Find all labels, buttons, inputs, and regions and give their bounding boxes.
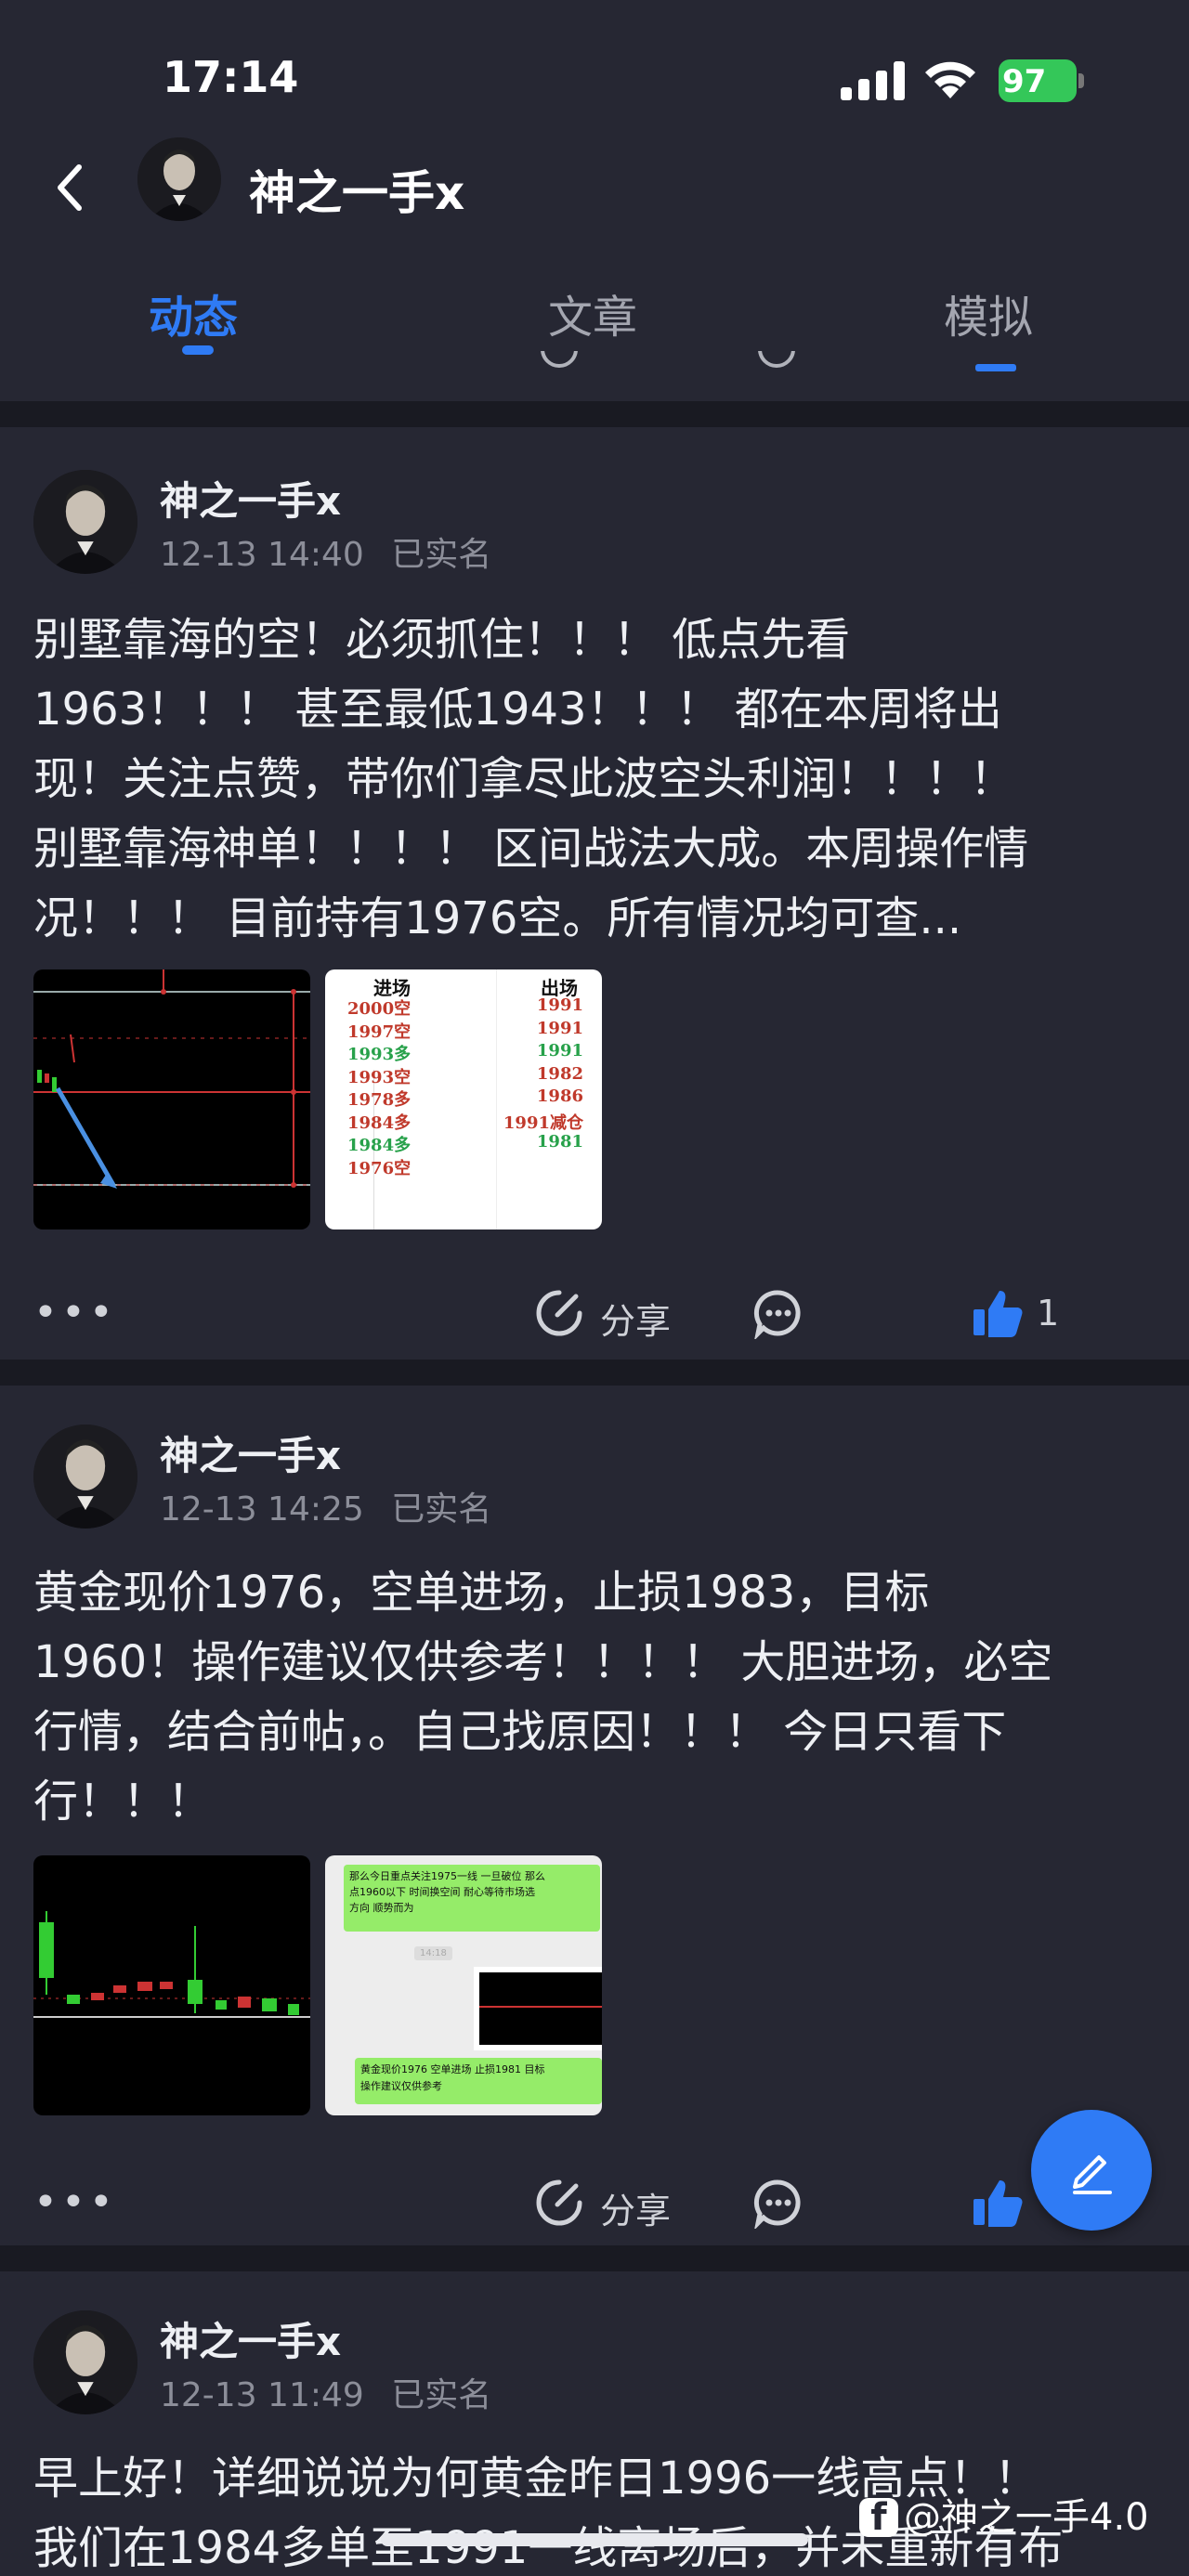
- like-count: 1: [1037, 1293, 1060, 1334]
- post-author[interactable]: 神之一手x: [160, 1425, 341, 1481]
- post-image-chart[interactable]: [33, 969, 310, 1229]
- post-author[interactable]: 神之一手x: [160, 2310, 341, 2367]
- trade-entry: 1976空: [347, 1158, 412, 1178]
- post-datetime: 12-13 14:25: [160, 1490, 364, 1529]
- post-datetime: 12-13 11:49: [160, 2376, 364, 2414]
- thumbs-up-icon[interactable]: [972, 1287, 1024, 1339]
- post-actions: ••• 分享 1: [0, 1276, 1189, 1350]
- chat-bubble: 那么今日重点关注1975一线 一旦破位 那么 点1960以下 时间换空间 耐心等…: [344, 1865, 600, 1932]
- post-meta: 12-13 11:49 已实名: [160, 2368, 491, 2416]
- previous-post-actions-peek: [0, 351, 1189, 375]
- status-bar: 17:14 97: [0, 0, 1189, 139]
- trade-entry: 2000空: [347, 999, 412, 1019]
- post-line: 行情，结合前帖，。自己找原因！！！ 今日只看下: [33, 1706, 1007, 1758]
- post-line: 1960！操作建议仅供参考！！！！ 大胆进场，必空: [33, 1636, 1053, 1688]
- separator: [0, 1360, 1189, 1386]
- tab-simulation[interactable]: 模拟: [944, 280, 1033, 345]
- more-options-icon[interactable]: •••: [33, 2179, 117, 2226]
- post-actions: ••• 分享: [0, 2166, 1189, 2240]
- post-avatar[interactable]: [33, 2310, 137, 2414]
- post-avatar[interactable]: [33, 1425, 137, 1529]
- tab-articles[interactable]: 文章: [548, 280, 637, 345]
- post-meta: 12-13 14:25 已实名: [160, 1482, 491, 1530]
- post-body[interactable]: 黄金现价1976，空单进场，止损1983，目标 1960！操作建议仅供参考！！！…: [33, 1558, 1157, 1837]
- home-indicator[interactable]: [381, 2533, 808, 2546]
- wifi-icon: [925, 61, 975, 98]
- battery-icon: 97: [999, 59, 1084, 102]
- share-label[interactable]: 分享: [600, 1293, 671, 1344]
- trade-exit: 1991: [536, 1041, 583, 1060]
- battery-level: 97: [1002, 63, 1047, 100]
- post-datetime: 12-13 14:40: [160, 536, 364, 574]
- post-line: 1963！！！ 甚至最低1943！！！ 都在本周将出: [33, 683, 1002, 735]
- chat-line: 方向 顺势而为: [349, 1902, 414, 1914]
- chat-image-message: [474, 1967, 602, 2050]
- more-options-icon[interactable]: •••: [33, 1289, 117, 1336]
- trade-entry: 1997空: [347, 1021, 412, 1042]
- trade-entry: 1984多: [347, 1112, 412, 1133]
- post-card[interactable]: 神之一手x 12-13 14:40 已实名 别墅靠海的空！必须抓住！！！ 低点先…: [0, 427, 1189, 1356]
- post-line: 别墅靠海神单！！！！ 区间战法大成。本周操作情: [33, 823, 1029, 875]
- thumbs-up-icon[interactable]: [972, 2177, 1024, 2229]
- watermark-badge: f: [859, 2498, 898, 2537]
- status-time: 17:14: [163, 52, 299, 102]
- pencil-icon: [1073, 2155, 1112, 2194]
- post-image-trade-table[interactable]: 进场 出场 2000空 1991 1997空 1991 1993多 1991 1993空 19…: [325, 969, 602, 1229]
- post-line: 黄金现价1976，空单进场，止损1983，目标: [33, 1567, 930, 1619]
- chat-line: 那么今日重点关注1975一线 一旦破位 那么: [349, 1870, 545, 1882]
- post-line: 况！！！ 目前持有1976空。所有情况均可查...: [33, 892, 962, 944]
- chat-time: 14:18: [414, 1946, 452, 1960]
- post-image-candle-chart[interactable]: [33, 1855, 310, 2115]
- post-line: 行！！！: [33, 1776, 213, 1828]
- trade-exit: 1991: [536, 995, 583, 1015]
- chat-bubble: 黄金现价1976 空单进场 止损1981 目标 操作建议仅供参考: [355, 2058, 602, 2104]
- compose-button[interactable]: [1031, 2110, 1152, 2231]
- post-image-chat-screenshot[interactable]: 那么今日重点关注1975一线 一旦破位 那么 点1960以下 时间换空间 耐心等…: [325, 1855, 602, 2115]
- post-line: 别墅靠海的空！必须抓住！！！ 低点先看: [33, 614, 851, 666]
- trade-exit: 1981: [536, 1132, 583, 1151]
- cellular-signal-icon: [841, 61, 905, 100]
- avatar[interactable]: [137, 137, 221, 221]
- chat-line: 点1960以下 时间换空间 耐心等待市场选: [349, 1886, 535, 1898]
- trade-entry: 1978多: [347, 1090, 412, 1110]
- post-avatar[interactable]: [33, 470, 137, 574]
- trade-exit: 1991减仓: [503, 1112, 583, 1133]
- header-user-name: 神之一手x: [249, 166, 465, 220]
- post-verified: 已实名: [391, 536, 492, 574]
- post-verified: 已实名: [391, 1490, 492, 1529]
- post-line: 现！关注点赞，带你们拿尽此波空头利润！！！！: [33, 753, 1015, 805]
- share-label[interactable]: 分享: [600, 2182, 671, 2233]
- watermark-text: @神之一手4.0: [904, 2496, 1149, 2539]
- trade-entry: 1984多: [347, 1136, 412, 1155]
- tab-dynamics[interactable]: 动态: [149, 280, 238, 345]
- watermark: f @神之一手4.0: [859, 2487, 1149, 2541]
- comment-icon[interactable]: [752, 1287, 804, 1339]
- separator: [0, 401, 1189, 427]
- post-card[interactable]: 神之一手x 12-13 14:25 已实名 黄金现价1976，空单进场，止损19…: [0, 1386, 1189, 2240]
- trade-exit: 1982: [536, 1063, 583, 1084]
- trade-entry: 1993多: [347, 1045, 412, 1064]
- comment-icon[interactable]: [752, 2177, 804, 2229]
- post-verified: 已实名: [391, 2376, 492, 2414]
- separator: [0, 2245, 1189, 2271]
- back-arrow-icon[interactable]: [51, 160, 88, 215]
- post-author[interactable]: 神之一手x: [160, 470, 341, 527]
- chat-line: 操作建议仅供参考: [360, 2080, 442, 2092]
- post-body[interactable]: 别墅靠海的空！必须抓住！！！ 低点先看 1963！！！ 甚至最低1943！！！ …: [33, 605, 1157, 954]
- trade-entry: 1993空: [347, 1067, 412, 1087]
- chat-line: 黄金现价1976 空单进场 止损1981 目标: [360, 2063, 545, 2075]
- share-icon[interactable]: [533, 1287, 585, 1339]
- post-meta: 12-13 14:40 已实名: [160, 527, 491, 576]
- share-icon[interactable]: [533, 2177, 585, 2229]
- trade-exit: 1991: [536, 1018, 583, 1038]
- trade-exit: 1986: [536, 1086, 583, 1106]
